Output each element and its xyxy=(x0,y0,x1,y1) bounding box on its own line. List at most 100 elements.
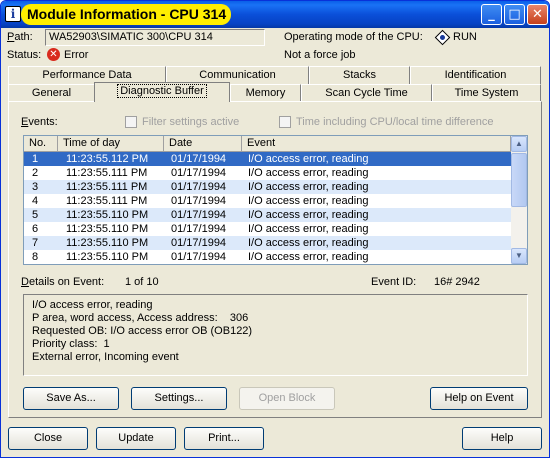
event-date: 01/17/1994 xyxy=(171,209,227,221)
minimize-icon: _ xyxy=(488,7,495,22)
event-text: I/O access error, reading xyxy=(248,195,369,207)
minimize-button[interactable]: _ xyxy=(481,4,502,25)
event-date: 01/17/1994 xyxy=(171,181,227,193)
event-date: 01/17/1994 xyxy=(171,153,227,165)
print-button[interactable]: Print... xyxy=(184,427,264,450)
operating-mode-label: Operating mode of the CPU: xyxy=(284,31,423,43)
close-window-button[interactable]: ✕ xyxy=(527,4,548,25)
event-time: 11:23:55.110 PM xyxy=(66,251,149,263)
event-no: 4 xyxy=(32,195,39,207)
path-field[interactable]: WA52903\SIMATIC 300\CPU 314 xyxy=(45,29,265,46)
scroll-thumb[interactable] xyxy=(511,153,527,207)
event-row[interactable]: 1 11:23:55.112 PM 01/17/1994 I/O access … xyxy=(24,152,511,166)
event-text: I/O access error, reading xyxy=(248,237,369,249)
events-list[interactable]: No. Time of day Date Event 1 11:23:55.11… xyxy=(23,135,528,265)
window-title: Module Information - CPU 314 xyxy=(27,6,227,22)
event-no: 6 xyxy=(32,223,39,235)
settings-button[interactable]: Settings... xyxy=(131,387,227,410)
status-label: Status: xyxy=(7,49,42,61)
event-row[interactable]: 8 11:23:55.110 PM 01/17/1994 I/O access … xyxy=(24,250,511,264)
close-icon: ✕ xyxy=(532,7,543,22)
event-no: 7 xyxy=(32,237,39,249)
event-row[interactable]: 6 11:23:55.110 PM 01/17/1994 I/O access … xyxy=(24,222,511,236)
event-row[interactable]: 5 11:23:55.110 PM 01/17/1994 I/O access … xyxy=(24,208,511,222)
events-label: Events: xyxy=(21,116,58,128)
scroll-down-button[interactable]: ▼ xyxy=(511,248,527,264)
status-value: Error xyxy=(64,49,89,61)
help-button[interactable]: Help xyxy=(462,427,542,450)
title-bar[interactable]: i Module Information - CPU 314 _ □ ✕ xyxy=(1,1,549,28)
column-header-time[interactable]: Time of day xyxy=(58,136,164,152)
details-line: I/O access error, reading xyxy=(32,299,153,311)
module-information-window: i Module Information - CPU 314 _ □ ✕ Pat… xyxy=(0,0,550,458)
event-text: I/O access error, reading xyxy=(248,223,369,235)
time-difference-checkbox[interactable] xyxy=(279,116,291,128)
event-date: 01/17/1994 xyxy=(171,167,227,179)
maximize-button[interactable]: □ xyxy=(504,4,525,25)
column-header-date[interactable]: Date xyxy=(164,136,242,152)
tab-scan-cycle-time[interactable]: Scan Cycle Time xyxy=(301,84,432,102)
details-label: Details on Event: xyxy=(21,276,105,288)
event-no: 3 xyxy=(32,181,39,193)
filter-settings-label: Filter settings active xyxy=(142,116,240,128)
tab-general[interactable]: General xyxy=(8,84,95,102)
event-text: I/O access error, reading xyxy=(248,153,369,165)
save-as-button[interactable]: Save As... xyxy=(23,387,119,410)
event-time: 11:23:55.110 PM xyxy=(66,223,149,235)
filter-settings-checkbox[interactable] xyxy=(125,116,137,128)
tab-memory[interactable]: Memory xyxy=(230,84,301,102)
details-line: Priority class: 1 xyxy=(32,338,110,350)
tab-stacks[interactable]: Stacks xyxy=(309,66,410,84)
details-line: External error, Incoming event xyxy=(32,351,179,363)
force-job-text: Not a force job xyxy=(284,49,356,61)
details-line: Requested OB: I/O access error OB (OB122… xyxy=(32,325,253,337)
update-button[interactable]: Update xyxy=(96,427,176,450)
event-row[interactable]: 7 11:23:55.110 PM 01/17/1994 I/O access … xyxy=(24,236,511,250)
event-date: 01/17/1994 xyxy=(171,251,227,263)
event-row[interactable]: 3 11:23:55.111 PM 01/17/1994 I/O access … xyxy=(24,180,511,194)
info-app-icon[interactable]: i xyxy=(5,6,21,22)
events-scrollbar[interactable]: ▲ ▼ xyxy=(511,136,527,264)
operating-mode-value: RUN xyxy=(453,31,477,43)
event-date: 01/17/1994 xyxy=(171,223,227,235)
help-on-event-button[interactable]: Help on Event xyxy=(430,387,528,410)
column-header-no[interactable]: No. xyxy=(24,136,58,152)
event-no: 2 xyxy=(32,167,39,179)
open-block-button[interactable]: Open Block xyxy=(239,387,335,410)
event-time: 11:23:55.112 PM xyxy=(66,153,149,165)
event-row[interactable]: 4 11:23:55.111 PM 01/17/1994 I/O access … xyxy=(24,194,511,208)
event-id-label: Event ID: xyxy=(371,276,417,288)
scroll-up-button[interactable]: ▲ xyxy=(511,136,527,152)
event-time: 11:23:55.111 PM xyxy=(66,181,148,193)
event-text: I/O access error, reading xyxy=(248,167,369,179)
time-difference-label: Time including CPU/local time difference xyxy=(296,116,494,128)
path-label: Path: xyxy=(7,31,33,43)
event-row[interactable]: 2 11:23:55.111 PM 01/17/1994 I/O access … xyxy=(24,166,511,180)
event-text: I/O access error, reading xyxy=(248,251,369,263)
details-position: 1 of 10 xyxy=(125,276,159,288)
chevron-down-icon: ▼ xyxy=(515,251,523,260)
event-date: 01/17/1994 xyxy=(171,237,227,249)
event-date: 01/17/1994 xyxy=(171,195,227,207)
tab-identification[interactable]: Identification xyxy=(410,66,541,84)
tab-diagnostic-buffer[interactable]: Diagnostic Buffer xyxy=(94,82,230,102)
chevron-up-icon: ▲ xyxy=(515,139,523,148)
event-no: 8 xyxy=(32,251,39,263)
event-time: 11:23:55.111 PM xyxy=(66,167,148,179)
tab-diagnostic-buffer-label: Diagnostic Buffer xyxy=(117,84,207,98)
event-time: 11:23:55.111 PM xyxy=(66,195,148,207)
event-id-value: 16# 2942 xyxy=(434,276,480,288)
details-line: P area, word access, Access address: 306 xyxy=(32,312,249,324)
event-text: I/O access error, reading xyxy=(248,209,369,221)
error-icon: ✕ xyxy=(47,48,60,61)
event-no: 1 xyxy=(32,153,39,165)
column-header-event[interactable]: Event xyxy=(242,136,511,152)
run-mode-icon xyxy=(434,29,451,46)
maximize-icon: □ xyxy=(508,7,521,22)
close-button[interactable]: Close xyxy=(8,427,88,450)
tab-time-system[interactable]: Time System xyxy=(432,84,541,102)
event-no: 5 xyxy=(32,209,39,221)
event-details-box[interactable]: I/O access error, reading P area, word a… xyxy=(23,294,528,376)
event-text: I/O access error, reading xyxy=(248,181,369,193)
event-time: 11:23:55.110 PM xyxy=(66,209,149,221)
